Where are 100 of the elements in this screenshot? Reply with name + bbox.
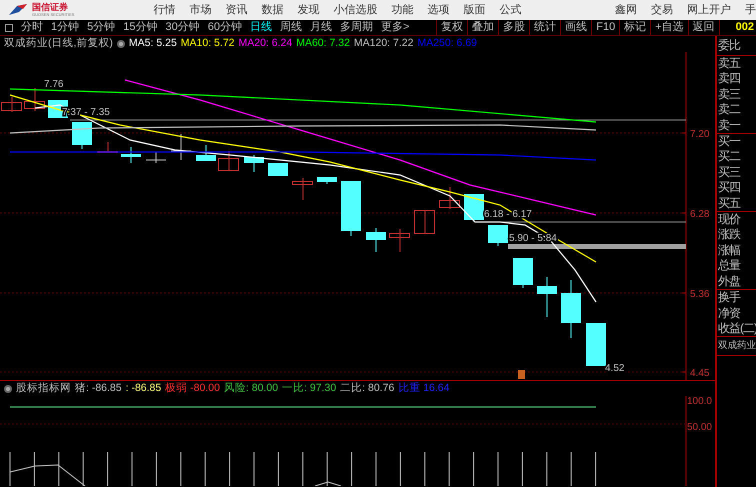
candlestick (561, 280, 581, 338)
quote-field-label: 卖四 (717, 71, 741, 87)
toolbar-button[interactable]: 统计 (529, 20, 560, 35)
candlestick (439, 186, 460, 210)
toolbar-button[interactable]: +自选 (650, 20, 688, 35)
moving-average-value: MA60: 7.32 (296, 36, 350, 52)
price-axis-label: 6.28 (690, 209, 710, 220)
candlestick (121, 146, 141, 164)
moving-average-value: MA20: 6.24 (238, 36, 292, 52)
toolbar-button[interactable]: 叠加 (467, 20, 498, 35)
moving-average-value: MA250: 6.69 (417, 36, 477, 52)
toolbar-button[interactable]: 画线 (560, 20, 592, 35)
quote-field-label: 买五 (717, 196, 742, 212)
period-tab[interactable]: 周线 (276, 20, 306, 35)
period-tab[interactable]: 15分钟 (119, 20, 162, 35)
indicator-value: 极弱 -80.00 (165, 380, 220, 396)
header-link[interactable]: 交易 (644, 2, 680, 18)
quote-field-label: 现价 (717, 212, 742, 228)
candlestick (586, 322, 606, 366)
menu-item[interactable]: 小信选股 (326, 2, 384, 18)
toolbar-button[interactable]: 复权 (436, 20, 468, 35)
quote-field-label: 外盘 (717, 274, 742, 290)
quote-field-label: 换手 (717, 290, 742, 306)
indicator-value: 比重 16.64 (398, 380, 450, 396)
quote-field-label: 买三 (717, 164, 742, 180)
settings-icon[interactable] (116, 40, 125, 48)
candlestick (268, 162, 288, 176)
candlestick (97, 142, 118, 153)
candlestick (464, 194, 484, 222)
candlestick (24, 88, 45, 112)
candlestick (389, 228, 410, 252)
candlestick (196, 144, 216, 162)
stock-code: 002 (734, 20, 755, 36)
period-tab[interactable]: 更多> (377, 20, 414, 35)
price-annotation: 7.76 (44, 79, 64, 90)
candlestick (513, 258, 533, 288)
quote-field-label: 卖五 (717, 56, 742, 72)
candlestick (170, 134, 192, 160)
candlestick (317, 176, 337, 184)
period-tab[interactable]: 5分钟 (83, 20, 120, 35)
header-link[interactable]: 网上开户 (680, 2, 738, 18)
panel-toggle-icon[interactable] (5, 24, 13, 32)
quote-field-label: 收益(二) (717, 320, 756, 336)
indicator-axis-label: 100.0 (686, 396, 712, 407)
price-axis-label: 5.36 (690, 289, 710, 300)
moving-average-value: MA120: 7.22 (354, 36, 414, 52)
menu-item[interactable]: 资讯 (218, 2, 254, 18)
menu-item[interactable]: 选项 (420, 2, 456, 18)
period-tab[interactable]: 多周期 (336, 20, 377, 35)
price-annotation: 4.52 (605, 363, 624, 374)
candlestick (244, 154, 264, 172)
candlestick (414, 210, 435, 234)
quote-field-label: 委比 (717, 37, 742, 54)
quote-field-label: 卖三 (717, 86, 742, 102)
chart-title: 双成药业(日线,前复权) (4, 36, 113, 52)
period-tab[interactable]: 1分钟 (47, 20, 84, 35)
indicator-value: 风险: 80.00 (224, 380, 278, 396)
toolbar-button[interactable]: F10 (591, 20, 620, 35)
quote-field-label: 卖一 (717, 118, 742, 134)
toolbar-button[interactable]: 返回 (688, 20, 720, 35)
quote-field-label: 涨跌 (717, 227, 742, 243)
quote-field-label: 卖二 (717, 102, 742, 118)
candlestick (292, 178, 313, 200)
period-tab[interactable]: 分时 (17, 20, 47, 35)
menu-item[interactable]: 版面 (456, 2, 492, 18)
menu-item[interactable]: 数据 (254, 2, 290, 18)
candlestick (218, 150, 239, 171)
logo-text: 国信证券 (32, 3, 69, 12)
indicator-value: 猪: -86.85 (75, 380, 122, 396)
toolbar-button[interactable]: 多股 (498, 20, 530, 35)
indicator-value: 一比: 97.30 (282, 380, 336, 396)
indicator-axis-label: 50.00 (686, 422, 712, 433)
period-tab[interactable]: 月线 (306, 20, 336, 35)
settings-icon[interactable] (4, 384, 12, 392)
quote-field-label: 买四 (717, 180, 741, 196)
quote-field-label: 涨幅 (717, 242, 742, 258)
menu-item[interactable]: 功能 (384, 2, 420, 18)
indicator-value: 二比: 80.76 (340, 380, 394, 396)
candlestick (341, 180, 361, 236)
header-link[interactable]: 鑫网 (608, 2, 644, 18)
menu-item[interactable]: 行情 (146, 2, 182, 18)
price-axis-label: 4.45 (690, 368, 710, 379)
header-link[interactable]: 手 (738, 2, 756, 18)
quote-field-label: 买二 (717, 149, 742, 165)
quote-field-label: 买一 (717, 134, 742, 150)
price-annotation: 7.37 - 7.35 (62, 107, 110, 118)
signal-marker-icon (518, 370, 525, 379)
menu-item[interactable]: 市场 (182, 2, 218, 18)
toolbar-button[interactable]: 标记 (619, 20, 650, 35)
candlestick (146, 152, 166, 164)
period-tab[interactable]: 60分钟 (204, 20, 246, 35)
period-tab[interactable]: 30分钟 (162, 20, 204, 35)
period-tab[interactable]: 日线 (246, 20, 276, 35)
price-axis-label: 7.20 (690, 129, 710, 140)
quote-field-label: 净资 (717, 306, 742, 321)
moving-average-value: MA10: 5.72 (180, 36, 234, 52)
quote-field-label: 双成药业 (717, 339, 756, 354)
menu-item[interactable]: 发现 (290, 2, 326, 18)
candlestick (72, 122, 92, 150)
menu-item[interactable]: 公式 (492, 2, 528, 18)
